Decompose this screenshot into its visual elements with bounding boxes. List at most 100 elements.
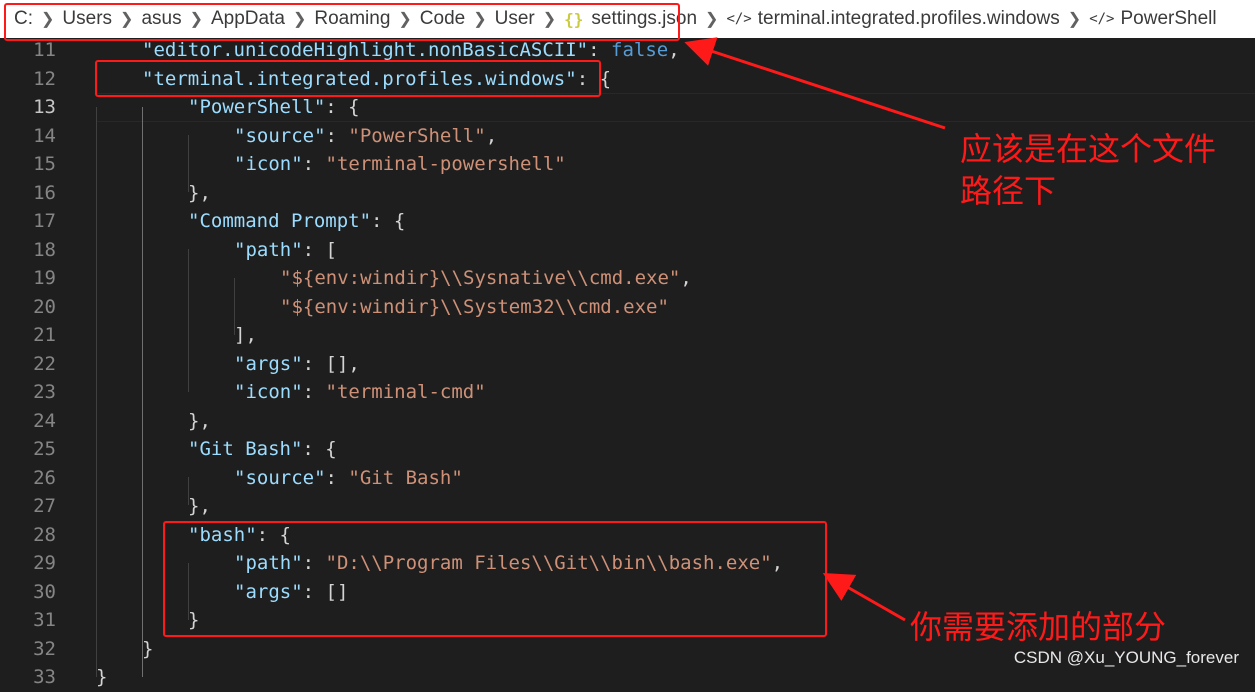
- line-number: 26: [33, 466, 56, 489]
- bash-block-highlight-box: [163, 521, 827, 637]
- line-number: 23: [33, 381, 56, 403]
- code-text: "${env:windir}\\System32\\cmd.exe": [280, 293, 669, 322]
- code-token: :: [588, 39, 612, 61]
- code-line[interactable]: 19 "${env:windir}\\Sysnative\\cmd.exe",: [0, 264, 1255, 293]
- code-token: :: [302, 381, 326, 403]
- line-number: 16: [33, 181, 56, 204]
- symbol-object-icon: </>: [1089, 11, 1115, 27]
- code-token: },: [188, 409, 211, 432]
- line-number: 30: [33, 580, 56, 603]
- code-text: }: [142, 635, 153, 664]
- breadcrumb-item-profiles-windows[interactable]: </> terminal.integrated.profiles.windows: [726, 8, 1059, 30]
- code-token: : [: [302, 238, 337, 261]
- code-token: "icon": [234, 153, 303, 175]
- symbol-object-icon: </>: [726, 11, 752, 27]
- code-token: "Git Bash": [188, 438, 303, 460]
- line-number: 22: [33, 352, 56, 375]
- code-token: "source": [234, 466, 326, 489]
- line-number: 17: [33, 210, 56, 232]
- code-text: "PowerShell": {: [188, 93, 360, 122]
- code-text: "args": [],: [234, 350, 360, 379]
- code-token: : {: [325, 96, 360, 118]
- code-token: : {: [371, 210, 406, 232]
- code-token: ,: [668, 39, 680, 61]
- code-text: },: [188, 179, 211, 208]
- watermark: CSDN @Xu_YOUNG_forever: [1013, 648, 1239, 667]
- code-token: "${env:windir}\\Sysnative\\cmd.exe": [280, 267, 681, 289]
- line-number: 29: [33, 552, 56, 574]
- breadcrumb-highlight-box: [4, 3, 680, 41]
- code-token: "terminal-cmd": [325, 381, 486, 403]
- code-token: "terminal-powershell": [325, 153, 566, 175]
- code-token: },: [188, 181, 211, 204]
- code-token: "editor.unicodeHighlight.nonBasicASCII": [142, 39, 589, 61]
- annotation-path-note: 应该是在这个文件路径下: [960, 130, 1217, 210]
- code-token: },: [188, 495, 211, 517]
- code-text: },: [188, 492, 211, 521]
- line-number: 15: [33, 153, 56, 175]
- code-token: : [],: [302, 352, 360, 375]
- line-number: 21: [33, 324, 56, 346]
- chevron-right-icon: ❯: [1067, 11, 1082, 28]
- code-line[interactable]: 27},: [0, 492, 1255, 521]
- line-number: 31: [33, 609, 56, 631]
- annotation-add-note: 你需要添加的部分: [910, 608, 1167, 646]
- code-token: "Command Prompt": [188, 210, 372, 232]
- line-number: 13: [33, 96, 56, 118]
- code-text: "Command Prompt": {: [188, 207, 405, 236]
- line-number: 12: [33, 67, 56, 90]
- line-number: 18: [33, 238, 56, 261]
- code-text: }: [96, 663, 107, 692]
- line-number: 14: [33, 124, 56, 147]
- line-number: 27: [33, 495, 56, 517]
- code-token: "PowerShell": [188, 96, 326, 118]
- code-token: "args": [234, 352, 303, 375]
- code-token: ,: [485, 124, 498, 147]
- code-text: },: [188, 407, 211, 436]
- code-line[interactable]: 18 "path": [: [0, 236, 1255, 265]
- code-line[interactable]: 22 "args": [],: [0, 350, 1255, 379]
- code-text: "path": [: [234, 236, 337, 265]
- code-text: "icon": "terminal-powershell": [234, 150, 566, 179]
- code-token: false: [611, 39, 669, 61]
- code-token: ,: [680, 267, 692, 289]
- code-token: "${env:windir}\\System32\\cmd.exe": [280, 295, 669, 318]
- code-token: "icon": [234, 381, 303, 403]
- line-number: 24: [33, 409, 56, 432]
- line-number: 20: [33, 295, 56, 318]
- code-line[interactable]: 13 "PowerShell": {: [0, 93, 1255, 122]
- code-token: ],: [234, 324, 257, 346]
- line-number: 33: [33, 666, 56, 688]
- code-token: :: [302, 153, 326, 175]
- code-line[interactable]: 23 "icon": "terminal-cmd": [0, 378, 1255, 407]
- breadcrumb-label: terminal.integrated.profiles.windows: [757, 8, 1060, 29]
- chevron-right-icon: ❯: [705, 11, 719, 28]
- code-line[interactable]: 25 "Git Bash": {: [0, 435, 1255, 464]
- line-number: 32: [33, 637, 56, 660]
- line-number: 25: [33, 438, 56, 460]
- line-number: 28: [33, 523, 56, 546]
- code-line[interactable]: 24},: [0, 407, 1255, 436]
- code-text: "icon": "terminal-cmd": [234, 378, 486, 407]
- line-number: 19: [33, 267, 56, 289]
- code-text: ],: [234, 321, 257, 350]
- code-text: "${env:windir}\\Sysnative\\cmd.exe",: [280, 264, 692, 293]
- code-line[interactable]: 20 "${env:windir}\\System32\\cmd.exe": [0, 293, 1255, 322]
- code-token: "source": [234, 124, 326, 147]
- code-token: }: [96, 666, 108, 688]
- code-text: "Git Bash": {: [188, 435, 337, 464]
- code-token: "path": [234, 238, 303, 261]
- code-line[interactable]: 21],: [0, 321, 1255, 350]
- code-token: : {: [302, 438, 337, 460]
- code-token: :: [325, 124, 349, 147]
- code-token: :: [325, 466, 349, 489]
- code-text: "source": "Git Bash": [234, 464, 463, 493]
- breadcrumb-label: PowerShell: [1120, 8, 1217, 29]
- code-line[interactable]: 26 "source": "Git Bash": [0, 464, 1255, 493]
- profiles-key-highlight-box: [95, 60, 601, 97]
- code-token: }: [142, 637, 154, 660]
- code-token: "Git Bash": [348, 466, 463, 489]
- code-text: "source": "PowerShell",: [234, 122, 497, 151]
- code-token: "PowerShell": [348, 124, 486, 147]
- breadcrumb-item-powershell[interactable]: </> PowerShell: [1089, 8, 1216, 30]
